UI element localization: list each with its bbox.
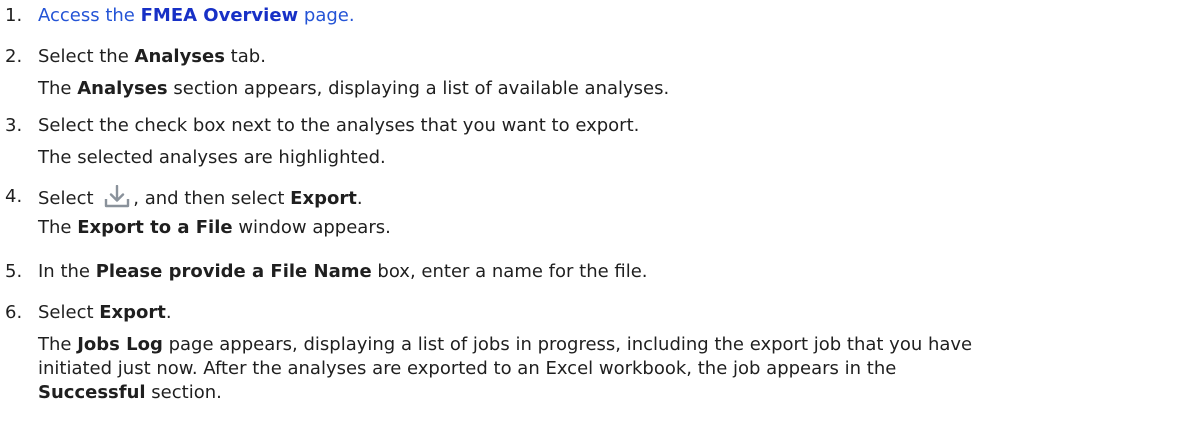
result-text: section appears, displaying a list of av… [167,78,670,99]
instruction-text: Select [38,302,100,323]
step-4-instruction: Select , and then select Export. [38,184,391,211]
result-text: window appears. [232,217,391,238]
result-line: initiated just now. After the analyses a… [38,358,897,379]
step-3: 3. Select the check box next to the anal… [0,114,639,170]
step-number: 2. [5,46,23,67]
result-text: The [38,78,78,99]
instruction-text: box, enter a name for the file. [371,261,648,282]
step-2-result: The Analyses section appears, displaying… [38,77,669,101]
link-text[interactable]: Access the [38,5,141,26]
step-3-instruction: Select the check box next to the analyse… [38,115,640,136]
step-6-result: The Jobs Log page appears, displaying a … [38,333,1168,405]
step-2: 2. Select the Analyses tab. The Analyses… [0,45,669,101]
step-6-instruction: Select Export. [38,301,1168,325]
step-1: 1. Access the FMEA Overview page. [0,4,355,28]
ui-term: Analyses [134,46,225,67]
instruction-text: tab. [224,46,266,67]
ui-term: Export [99,302,166,323]
instruction-text: Select [38,188,100,209]
download-icon [103,184,131,209]
result-text: page appears, displaying a list of jobs … [162,334,973,355]
instruction-text: Select the [38,46,135,67]
result-text: The [38,217,78,238]
step-number: 4. [5,186,23,207]
step-4: 4. Select , and then select Export. The … [0,184,391,240]
instruction-text: . [165,302,172,323]
instruction-text: , and then select [133,188,291,209]
step-number: 6. [5,302,23,323]
ui-term: Please provide a File Name [95,261,372,282]
result-line: Successful section. [38,381,1168,405]
ui-term: Jobs Log [77,334,163,355]
result-text: The [38,334,78,355]
step-6: 6. Select Export. The Jobs Log page appe… [0,301,1168,405]
step-3-result: The selected analyses are highlighted. [38,147,386,168]
ui-term: Export to a File [77,217,233,238]
step-2-instruction: Select the Analyses tab. [38,45,669,69]
step-1-link[interactable]: Access the FMEA Overview page. [38,5,355,26]
step-number: 3. [5,115,23,136]
step-5-instruction: In the Please provide a File Name box, e… [38,260,648,284]
result-text: section. [145,382,222,403]
step-number: 1. [5,5,23,26]
step-4-result: The Export to a File window appears. [38,216,391,240]
instruction-text: In the [38,261,96,282]
link-text-end[interactable]: page. [298,5,355,26]
ui-term: Successful [38,382,146,403]
result-line: The Jobs Log page appears, displaying a … [38,333,1168,357]
step-number: 5. [5,261,23,282]
ui-term: Export [290,188,357,209]
ui-term: Analyses [77,78,168,99]
instruction-text: . [356,188,363,209]
link-bold-text[interactable]: FMEA Overview [141,5,299,26]
step-5: 5. In the Please provide a File Name box… [0,260,648,284]
